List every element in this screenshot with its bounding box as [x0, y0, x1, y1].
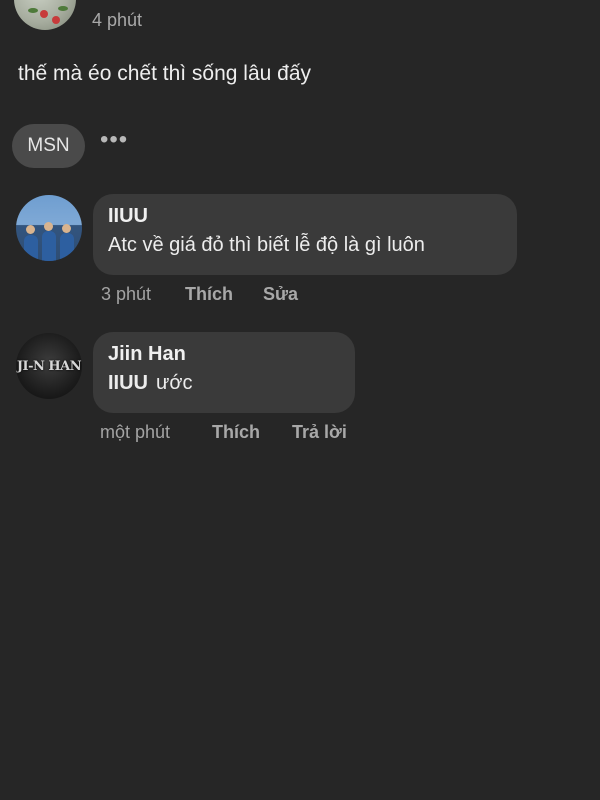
avatar-leaf-shape: [58, 6, 68, 11]
avatar-figure-shape: [62, 224, 71, 233]
avatar-flower-shape: [52, 16, 60, 24]
reaction-chip-label: MSN: [27, 135, 70, 156]
post-timestamp: 4 phút: [92, 10, 143, 30]
avatar-figure-shape: [42, 231, 56, 261]
post-author-avatar[interactable]: [14, 0, 76, 30]
avatar-figure-shape: [60, 233, 74, 261]
comment-author[interactable]: IIUU: [108, 204, 502, 228]
comment-timestamp: một phút: [100, 422, 171, 442]
reaction-chip[interactable]: MSN: [12, 124, 85, 168]
edit-button[interactable]: Sửa: [263, 284, 298, 305]
comment-text: Atc về giá đỏ thì biết lễ độ là gì luôn: [108, 234, 425, 256]
avatar-logo-text: JI-N HAN: [16, 358, 82, 374]
comment-author[interactable]: Jiin Han: [108, 342, 340, 366]
comment-mention[interactable]: IIUU: [108, 372, 148, 394]
like-button[interactable]: Thích: [212, 422, 292, 443]
post-text: thế mà éo chết thì sống lâu đấy: [18, 62, 312, 85]
avatar-figure-shape: [24, 235, 38, 261]
comment-meta: 3 phút Thích Sửa: [101, 284, 298, 305]
comment-bubble[interactable]: IIUU Atc về giá đỏ thì biết lễ độ là gì …: [93, 194, 517, 275]
comment-bubble[interactable]: Jiin Han IIUU ước: [93, 332, 355, 413]
like-button[interactable]: Thích: [185, 284, 263, 305]
avatar-flower-shape: [40, 10, 48, 18]
commenter-avatar[interactable]: [16, 195, 82, 261]
commenter-avatar[interactable]: JI-N HAN: [16, 333, 82, 399]
comment-text: IIUU ước: [108, 368, 340, 398]
avatar-leaf-shape: [28, 8, 38, 13]
reply-button[interactable]: Trả lời: [292, 422, 347, 443]
avatar-figure-shape: [44, 222, 53, 231]
comment-timestamp: 3 phút: [101, 284, 152, 304]
comment-thread: 4 phút thế mà éo chết thì sống lâu đấy M…: [0, 0, 600, 800]
more-options-icon[interactable]: •••: [100, 126, 128, 154]
comment-body: ước: [156, 372, 193, 394]
avatar-figure-shape: [26, 225, 35, 234]
comment-meta: một phút Thích Trả lời: [100, 422, 347, 443]
